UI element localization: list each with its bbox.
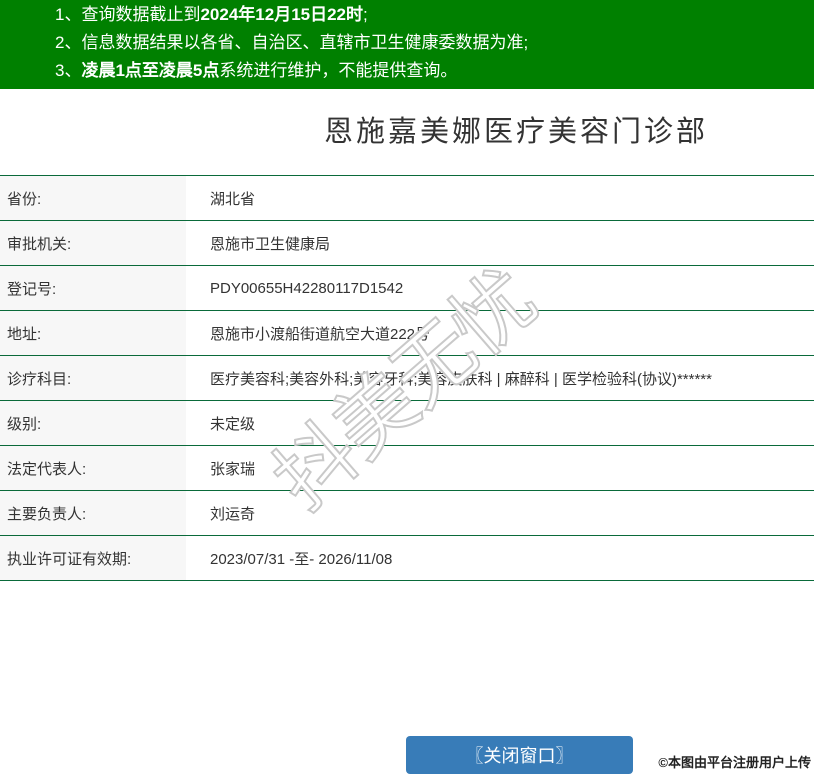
field-label-registration-number: 登记号: — [0, 265, 186, 311]
close-window-button[interactable]: 〖关闭窗口〗 — [406, 736, 633, 774]
field-label-level: 级别: — [0, 400, 186, 446]
field-value-registration-number: PDY00655H42280117D1542 — [186, 265, 814, 311]
field-label-clinical-departments: 诊疗科目: — [0, 355, 186, 401]
field-value-legal-representative: 张家瑞 — [186, 445, 814, 491]
notice-line-3: 3、凌晨1点至凌晨5点系统进行维护，不能提供查询。 — [55, 57, 804, 85]
field-value-license-validity: 2023/07/31 -至- 2026/11/08 — [186, 535, 814, 581]
table-row-approval-authority: 审批机关: 恩施市卫生健康局 — [0, 220, 814, 266]
table-row-legal-representative: 法定代表人: 张家瑞 — [0, 445, 814, 491]
field-label-approval-authority: 审批机关: — [0, 220, 186, 266]
field-label-address: 地址: — [0, 310, 186, 356]
notice-line-1: 1、查询数据截止到2024年12月15日22时; — [55, 1, 804, 29]
notice-line-2-text: 信息数据结果以各省、自治区、直辖市卫生健康委数据为准; — [81, 33, 529, 52]
field-label-license-validity: 执业许可证有效期: — [0, 535, 186, 581]
field-value-level: 未定级 — [186, 400, 814, 446]
table-row-clinical-departments: 诊疗科目: 医疗美容科;美容外科;美容牙科;美容皮肤科 | 麻醉科 | 医学检验… — [0, 355, 814, 401]
notice-line-3-number: 3、 — [55, 61, 82, 80]
table-row-address: 地址: 恩施市小渡船街道航空大道222号 — [0, 310, 814, 356]
footer-copyright: ©本图由平台注册用户上传 — [658, 755, 811, 770]
table-row-level: 级别: 未定级 — [0, 400, 814, 446]
notice-bar: 1、查询数据截止到2024年12月15日22时; 2、信息数据结果以各省、自治区… — [0, 0, 814, 89]
field-label-province: 省份: — [0, 175, 186, 221]
notice-line-1-text: 查询数据截止到 — [81, 5, 201, 24]
field-value-approval-authority: 恩施市卫生健康局 — [186, 220, 814, 266]
field-label-principal: 主要负责人: — [0, 490, 186, 536]
notice-line-1-bold: 2024年12月15日22时 — [200, 5, 364, 24]
page-title: 恩施嘉美娜医疗美容门诊部 — [323, 116, 708, 148]
table-row-license-validity: 执业许可证有效期: 2023/07/31 -至- 2026/11/08 — [0, 535, 814, 581]
notice-line-3-tail: 系统进行维护，不能提供查询。 — [219, 61, 458, 80]
field-label-legal-representative: 法定代表人: — [0, 445, 186, 491]
field-value-address: 恩施市小渡船街道航空大道222号 — [186, 310, 814, 356]
table-row-province: 省份: 湖北省 — [0, 175, 814, 221]
field-value-province: 湖北省 — [186, 175, 814, 221]
notice-line-3-bold: 凌晨1点至凌晨5点 — [81, 61, 220, 80]
notice-line-1-number: 1、 — [55, 5, 82, 24]
field-value-principal: 刘运奇 — [186, 490, 814, 536]
table-row-registration-number: 登记号: PDY00655H42280117D1542 — [0, 265, 814, 311]
table-row-principal: 主要负责人: 刘运奇 — [0, 490, 814, 536]
notice-line-2-number: 2、 — [55, 33, 82, 52]
field-value-clinical-departments: 医疗美容科;美容外科;美容牙科;美容皮肤科 | 麻醉科 | 医学检验科(协议)*… — [186, 355, 814, 401]
institution-detail-table: 省份: 湖北省 审批机关: 恩施市卫生健康局 登记号: PDY00655H422… — [0, 175, 814, 581]
notice-line-1-tail: ; — [363, 5, 368, 24]
notice-line-2: 2、信息数据结果以各省、自治区、直辖市卫生健康委数据为准; — [55, 29, 804, 57]
